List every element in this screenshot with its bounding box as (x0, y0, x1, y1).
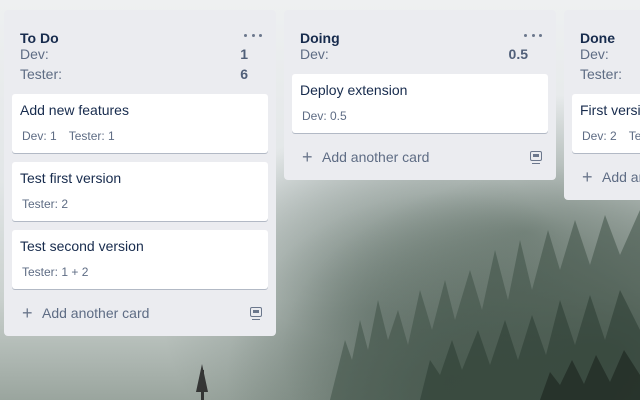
card-title: Test second version (20, 238, 144, 254)
add-card-button[interactable]: + Add another card (12, 300, 268, 328)
add-card-label: Add another card (42, 305, 150, 321)
card-badge: Te (628, 129, 640, 143)
stat-row-dev: Dev: 1 (4, 44, 276, 64)
card-badge: Tester: 2 (22, 197, 69, 211)
more-horizontal-icon[interactable] (244, 29, 262, 41)
more-horizontal-icon[interactable] (524, 29, 542, 41)
stat-value: 0.5 (508, 46, 528, 62)
card-badge: Tester: 1 (68, 129, 115, 143)
stat-label: Tester: (20, 66, 63, 82)
card-badges: Dev: 2 Te (582, 129, 640, 143)
stat-label: Dev: (300, 46, 329, 62)
card-badges: Dev: 1 Tester: 1 (22, 129, 115, 143)
card[interactable]: Test first version Tester: 2 (12, 162, 268, 221)
stat-value: 1 (240, 46, 248, 62)
card-title: Test first version (20, 170, 122, 186)
plus-icon: + (302, 147, 313, 167)
card-badges: Dev: 0.5 (302, 109, 347, 123)
stat-label: Tester: (580, 66, 623, 82)
card-title: Add new features (20, 102, 129, 118)
card-badge: Dev: 2 (582, 129, 617, 143)
stat-row-dev: Dev: 0.5 (284, 44, 556, 64)
add-card-label: Add an (602, 169, 640, 185)
add-card-button[interactable]: + Add another card (292, 144, 548, 172)
card[interactable]: Test second version Tester: 1 + 2 (12, 230, 268, 289)
list-to-do: To Do Dev: 1 Tester: 6 Add new features … (4, 10, 276, 336)
list-done: Done Dev: Tester: First versi Dev: 2 Te +… (564, 10, 640, 200)
card[interactable]: First versi Dev: 2 Te (572, 94, 640, 153)
list-header: To Do (4, 10, 276, 46)
plus-icon: + (582, 167, 593, 187)
list-header: Doing (284, 10, 556, 46)
card-badge: Tester: 1 + 2 (22, 265, 89, 279)
card-title: Deploy extension (300, 82, 408, 98)
stat-row-dev: Dev: (564, 44, 640, 64)
board: To Do Dev: 1 Tester: 6 Add new features … (0, 0, 640, 400)
list-doing: Doing Dev: 0.5 Deploy extension Dev: 0.5… (284, 10, 556, 180)
card-template-icon[interactable] (530, 151, 542, 164)
card-badge: Dev: 0.5 (302, 109, 347, 123)
card-title: First versi (580, 102, 640, 118)
card-template-icon[interactable] (250, 307, 262, 320)
card-badge: Dev: 1 (22, 129, 57, 143)
card-badges: Tester: 2 (22, 197, 68, 211)
plus-icon: + (22, 303, 33, 323)
stat-value: 6 (240, 66, 248, 82)
card[interactable]: Add new features Dev: 1 Tester: 1 (12, 94, 268, 153)
stat-row-tester: Tester: (564, 64, 640, 84)
card[interactable]: Deploy extension Dev: 0.5 (292, 74, 548, 133)
stat-label: Dev: (580, 46, 609, 62)
stat-label: Dev: (20, 46, 49, 62)
card-badges: Tester: 1 + 2 (22, 265, 88, 279)
list-header: Done (564, 10, 640, 46)
stat-row-tester: Tester: 6 (4, 64, 276, 84)
add-card-label: Add another card (322, 149, 430, 165)
add-card-button[interactable]: + Add an (572, 164, 640, 192)
